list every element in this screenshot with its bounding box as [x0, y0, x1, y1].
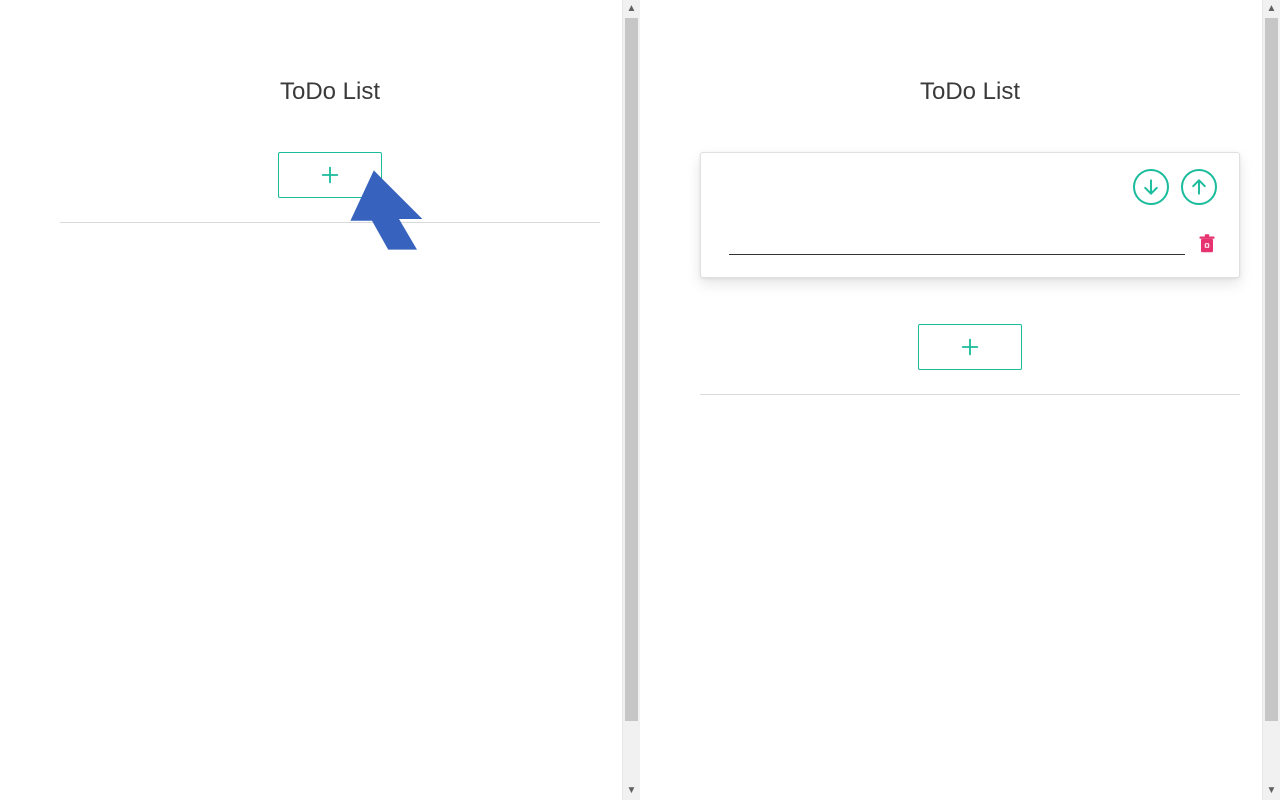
todo-item-row — [729, 227, 1217, 257]
add-todo-button[interactable] — [918, 324, 1022, 370]
scrollbar[interactable]: ▲ ▼ — [622, 0, 640, 800]
scrollbar-track[interactable] — [623, 18, 640, 782]
page-title: ToDo List — [700, 78, 1240, 106]
card-reorder-controls — [729, 169, 1217, 205]
section-divider — [60, 222, 600, 223]
delete-item-button[interactable] — [1197, 233, 1217, 255]
scrollbar-up-icon[interactable]: ▲ — [623, 0, 640, 18]
pane-left-scroll[interactable]: ToDo List — [0, 0, 640, 800]
scrollbar[interactable]: ▲ ▼ — [1262, 0, 1280, 800]
scrollbar-down-icon[interactable]: ▼ — [1263, 782, 1280, 800]
plus-icon — [279, 164, 381, 186]
arrow-up-icon — [1189, 177, 1209, 197]
move-up-button[interactable] — [1181, 169, 1217, 205]
scrollbar-thumb[interactable] — [1265, 18, 1278, 721]
plus-icon — [919, 336, 1021, 358]
pane-right-scroll[interactable]: ToDo List — [640, 0, 1280, 800]
trash-icon — [1198, 234, 1216, 254]
scrollbar-down-icon[interactable]: ▼ — [623, 782, 640, 800]
pane-right: ToDo List — [640, 0, 1280, 800]
todo-card — [700, 152, 1240, 278]
scrollbar-track[interactable] — [1263, 18, 1280, 782]
move-down-button[interactable] — [1133, 169, 1169, 205]
page-title: ToDo List — [60, 78, 600, 106]
scrollbar-thumb[interactable] — [625, 18, 638, 721]
todo-item-input[interactable] — [729, 227, 1185, 255]
section-divider — [700, 394, 1240, 395]
arrow-down-icon — [1141, 177, 1161, 197]
add-todo-button[interactable] — [278, 152, 382, 198]
scrollbar-up-icon[interactable]: ▲ — [1263, 0, 1280, 18]
pane-left: ToDo List ▲ ▼ — [0, 0, 640, 800]
